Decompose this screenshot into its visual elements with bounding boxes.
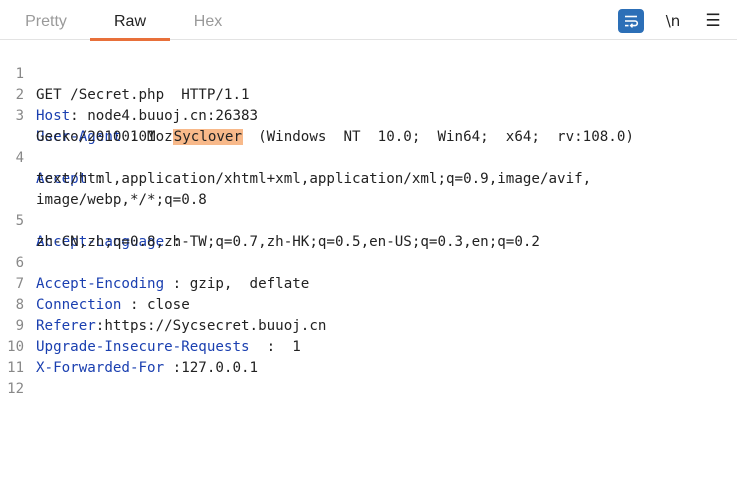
tab-raw[interactable]: Raw	[90, 0, 170, 41]
line-5: 5 Accept-Language :	[0, 190, 737, 250]
word-wrap-button[interactable]	[618, 9, 644, 33]
line-3-wrap: Gecko/20100101 Syclover	[0, 106, 737, 145]
menu-button[interactable]: ☰	[700, 9, 726, 33]
line-3: 3 User-Agent : Mozilla/5.0 (Windows NT 1…	[0, 85, 737, 145]
line-9: 9 Upgrade-Insecure-Requests : 1	[0, 295, 737, 355]
line-8: 8 Referer:https://Sycsecret.buuoj.cn	[0, 274, 737, 334]
line-11: 11	[0, 337, 737, 376]
line-1: 1 GET /Secret.php HTTP/1.1	[0, 43, 737, 103]
line-6: 6 Accept-Encoding : gzip, deflate	[0, 232, 737, 292]
line-10: 10 X-Forwarded-For :127.0.0.1	[0, 316, 737, 376]
line-12: 12	[0, 358, 737, 397]
raw-request-editor[interactable]: 1 GET /Secret.php HTTP/1.1 2 Host: node4…	[0, 43, 737, 485]
tab-hex[interactable]: Hex	[180, 0, 236, 40]
hamburger-menu-icon: ☰	[705, 11, 721, 31]
line-2: 2 Host: node4.buuoj.cn:26383	[0, 64, 737, 124]
line-5-wrap: zh-CN,zh;q=0.8,zh-TW;q=0.7,zh-HK;q=0.5,e…	[0, 211, 737, 250]
line-7: 7 Connection : close	[0, 253, 737, 313]
line-4-wrap-2: image/webp,*/*;q=0.8	[0, 169, 737, 208]
show-newlines-button[interactable]: \n	[660, 9, 686, 33]
message-tab-bar: Pretty Raw Hex \n ☰	[0, 0, 737, 41]
tab-pretty[interactable]: Pretty	[14, 0, 78, 40]
line-4: 4 Accept :	[0, 127, 737, 187]
line-number: 12	[7, 381, 24, 397]
line-4-wrap-1: text/html,application/xhtml+xml,applicat…	[0, 148, 737, 187]
word-wrap-icon	[625, 15, 639, 28]
